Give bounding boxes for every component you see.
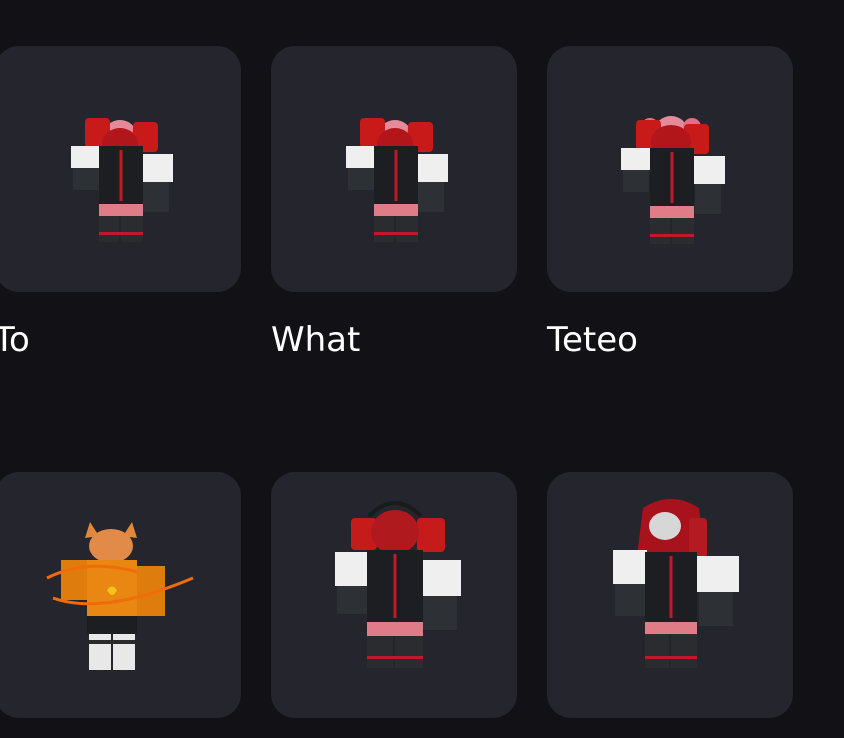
outfit-name-3[interactable]: Teteo bbox=[547, 323, 638, 357]
avatar-thumbnail-icon bbox=[46, 522, 194, 670]
outfit-card-5[interactable] bbox=[271, 472, 517, 718]
outfit-grid: To What Teteo bbox=[0, 0, 844, 738]
outfit-card-2[interactable] bbox=[271, 46, 517, 292]
outfit-name-2[interactable]: What bbox=[271, 323, 360, 357]
avatar-thumbnail-icon bbox=[346, 118, 448, 242]
outfit-card-1[interactable] bbox=[0, 46, 241, 292]
outfit-card-4[interactable] bbox=[0, 472, 241, 718]
avatar-thumbnail-icon bbox=[335, 501, 461, 668]
avatar-thumbnail-icon bbox=[621, 116, 725, 244]
avatar-thumbnail-icon bbox=[613, 499, 739, 668]
outfit-name-1[interactable]: To bbox=[0, 323, 30, 357]
avatar-thumbnail-icon bbox=[71, 118, 173, 242]
outfit-card-6[interactable] bbox=[547, 472, 793, 718]
outfit-card-3[interactable] bbox=[547, 46, 793, 292]
